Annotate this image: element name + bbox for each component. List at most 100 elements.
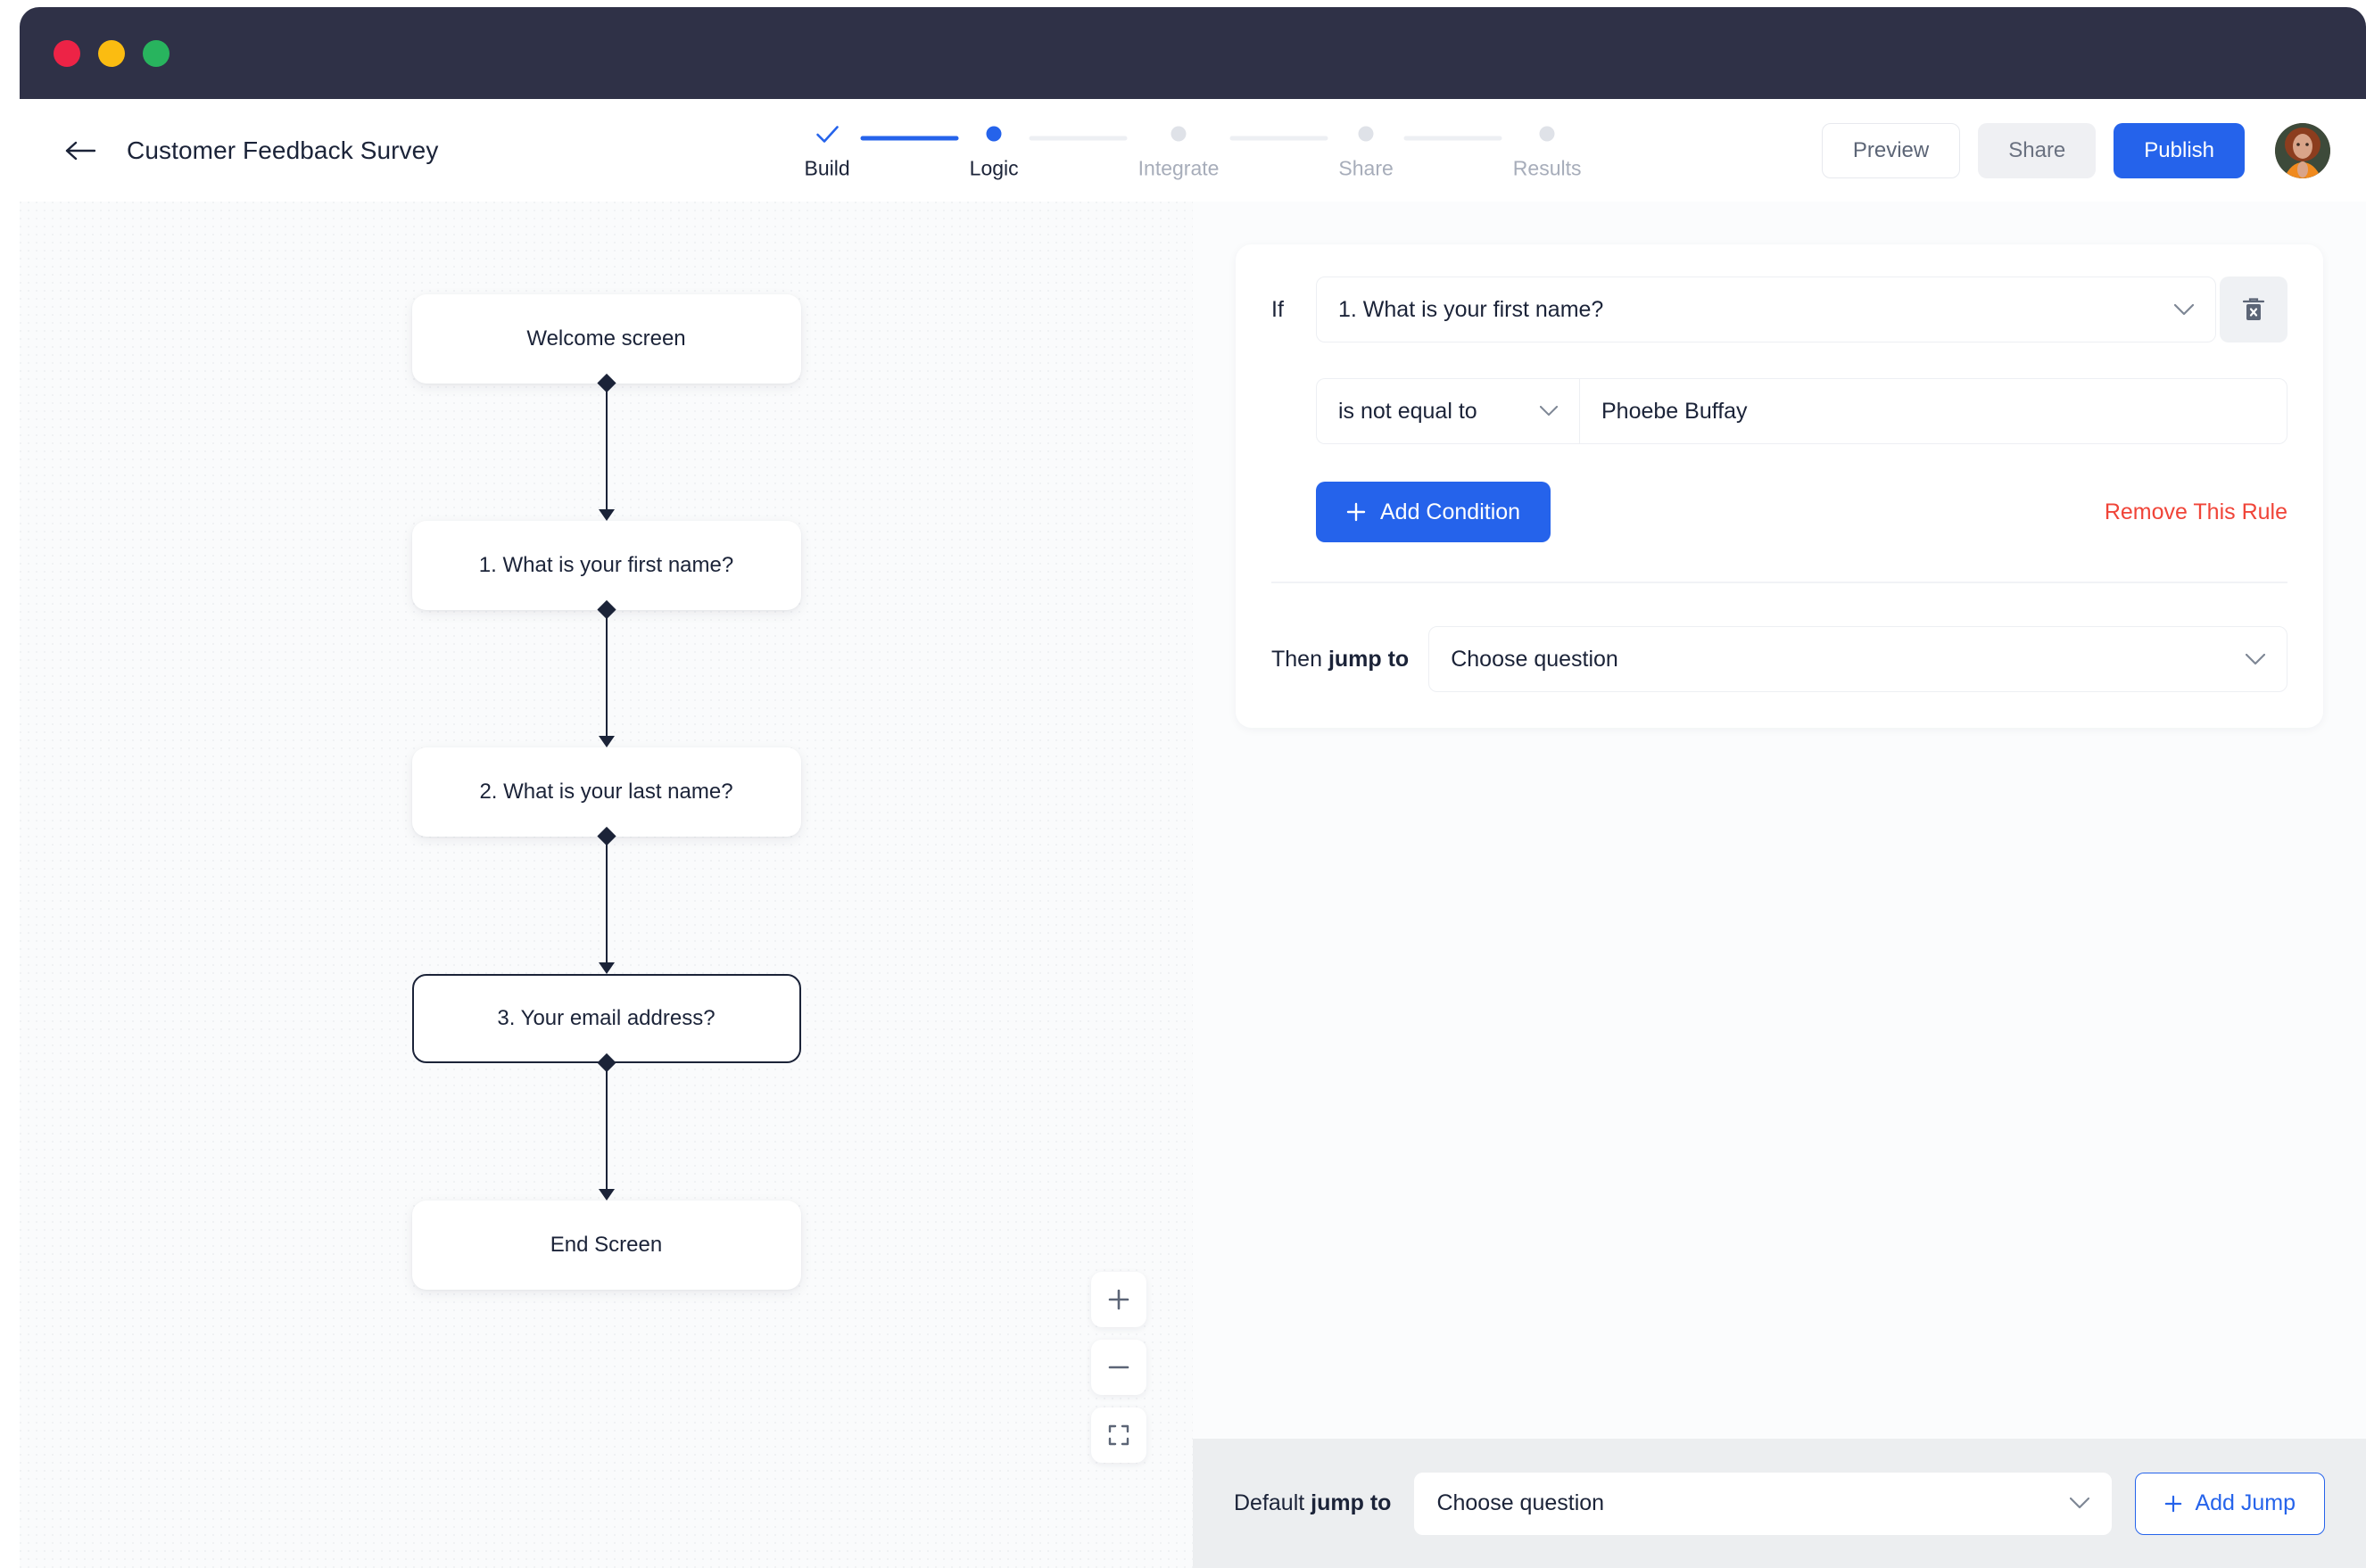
step-results[interactable]: Results bbox=[1513, 120, 1582, 180]
preview-button[interactable]: Preview bbox=[1821, 122, 1961, 178]
chevron-down-icon bbox=[2246, 653, 2265, 665]
app-window: Customer Feedback Survey Build Logic Int… bbox=[20, 7, 2366, 1568]
step-label: Logic bbox=[969, 156, 1019, 179]
step-dot-icon bbox=[1539, 126, 1555, 142]
flow-edge bbox=[596, 373, 616, 521]
progress-stepper: Build Logic Integrate Share Results bbox=[804, 120, 1582, 180]
question-select[interactable]: 1. What is your first name? bbox=[1316, 276, 2216, 342]
condition-actions: Add Condition Remove This Rule bbox=[1316, 482, 2287, 542]
delete-rule-button[interactable] bbox=[2220, 276, 2287, 342]
minus-icon bbox=[1108, 1366, 1129, 1369]
edge-line bbox=[605, 387, 608, 512]
chevron-down-icon bbox=[2174, 303, 2194, 316]
flow-node-label: 3. Your email address? bbox=[497, 1006, 716, 1030]
window-titlebar bbox=[20, 7, 2366, 99]
chevron-down-icon bbox=[1540, 406, 1558, 417]
flow-node-label: End Screen bbox=[550, 1233, 663, 1257]
flow-edge bbox=[596, 599, 616, 747]
logic-bottom-bar: Default jump to Choose question Add Jump bbox=[1193, 1439, 2366, 1568]
stepper-connector bbox=[1229, 136, 1328, 140]
stepper-connector bbox=[1403, 136, 1502, 140]
flow-node-label: Welcome screen bbox=[526, 326, 686, 351]
condition-row: is not equal to bbox=[1316, 378, 2287, 444]
edge-arrow-icon bbox=[598, 962, 615, 974]
step-build[interactable]: Build bbox=[804, 120, 850, 180]
flow-node-welcome[interactable]: Welcome screen bbox=[411, 294, 801, 384]
step-label: Integrate bbox=[1138, 156, 1220, 179]
flow-edge bbox=[596, 1052, 616, 1201]
back-button[interactable] bbox=[62, 133, 98, 169]
fullscreen-icon bbox=[1108, 1424, 1129, 1446]
default-jump-select-value: Choose question bbox=[1436, 1490, 1605, 1515]
step-share[interactable]: Share bbox=[1338, 120, 1394, 180]
logic-panel-scroll: If 1. What is your first name? is not eq… bbox=[1193, 202, 2366, 1439]
plus-icon bbox=[2165, 1495, 2182, 1512]
logic-rule-card: If 1. What is your first name? is not eq… bbox=[1236, 244, 2323, 728]
flow-node-label: 1. What is your first name? bbox=[478, 553, 734, 577]
step-logic[interactable]: Logic bbox=[970, 120, 1019, 180]
arrow-left-icon bbox=[65, 141, 95, 160]
question-select-value: 1. What is your first name? bbox=[1338, 296, 1604, 322]
trash-x-icon bbox=[2242, 298, 2265, 320]
step-integrate[interactable]: Integrate bbox=[1138, 120, 1220, 180]
step-label: Build bbox=[804, 156, 850, 179]
rule-divider bbox=[1271, 582, 2287, 583]
then-label: Then jump to bbox=[1271, 646, 1410, 672]
edge-line bbox=[605, 614, 608, 739]
step-dot-icon bbox=[986, 126, 1002, 142]
check-icon bbox=[815, 122, 839, 145]
default-jump-select[interactable]: Choose question bbox=[1414, 1472, 2113, 1535]
zoom-in-button[interactable] bbox=[1091, 1272, 1146, 1327]
zoom-out-button[interactable] bbox=[1091, 1340, 1146, 1395]
flow-node-label: 2. What is your last name? bbox=[479, 780, 733, 804]
step-label: Results bbox=[1512, 156, 1582, 179]
flow-node-q2[interactable]: 2. What is your last name? bbox=[411, 747, 801, 837]
step-dot-icon bbox=[1358, 126, 1374, 142]
fit-to-screen-button[interactable] bbox=[1091, 1407, 1146, 1463]
then-jump-select[interactable]: Choose question bbox=[1428, 626, 2287, 692]
then-row: Then jump to Choose question bbox=[1271, 626, 2287, 692]
condition-value-input[interactable] bbox=[1579, 378, 2287, 444]
edge-arrow-icon bbox=[598, 509, 615, 521]
operator-select-value: is not equal to bbox=[1338, 398, 1477, 424]
chevron-down-icon bbox=[2070, 1498, 2090, 1509]
app-header: Customer Feedback Survey Build Logic Int… bbox=[20, 99, 2366, 202]
flow-canvas[interactable]: Welcome screen 1. What is your first nam… bbox=[20, 202, 1193, 1568]
then-jump-select-value: Choose question bbox=[1451, 646, 1618, 672]
flow-node-end[interactable]: End Screen bbox=[411, 1201, 801, 1290]
default-jump-label: Default jump to bbox=[1234, 1490, 1392, 1515]
remove-rule-link[interactable]: Remove This Rule bbox=[2105, 499, 2287, 525]
stepper-connector bbox=[860, 136, 959, 140]
share-button[interactable]: Share bbox=[1978, 122, 2097, 178]
if-label: If bbox=[1271, 296, 1284, 322]
logic-panel: If 1. What is your first name? is not eq… bbox=[1193, 202, 2366, 1568]
flow-node-q1[interactable]: 1. What is your first name? bbox=[411, 521, 801, 610]
add-condition-button[interactable]: Add Condition bbox=[1316, 482, 1551, 542]
window-minimize-button[interactable] bbox=[98, 39, 125, 67]
page-title: Customer Feedback Survey bbox=[127, 136, 439, 164]
window-maximize-button[interactable] bbox=[143, 39, 170, 67]
add-jump-label: Add Jump bbox=[2195, 1490, 2296, 1515]
edge-line bbox=[605, 840, 608, 965]
flow-diagram: Welcome screen 1. What is your first nam… bbox=[411, 294, 801, 1290]
flow-node-q3[interactable]: 3. Your email address? bbox=[411, 974, 801, 1063]
step-dot-icon bbox=[1171, 126, 1187, 142]
operator-select[interactable]: is not equal to bbox=[1316, 378, 1579, 444]
plus-icon bbox=[1346, 502, 1366, 522]
window-close-button[interactable] bbox=[54, 39, 80, 67]
if-row: If 1. What is your first name? bbox=[1271, 276, 2287, 342]
plus-icon bbox=[1108, 1289, 1129, 1310]
publish-button[interactable]: Publish bbox=[2114, 122, 2245, 178]
zoom-controls bbox=[1091, 1272, 1146, 1463]
avatar[interactable] bbox=[2275, 122, 2330, 178]
avatar-image bbox=[2275, 122, 2330, 178]
add-jump-button[interactable]: Add Jump bbox=[2135, 1472, 2325, 1535]
edge-arrow-icon bbox=[598, 1189, 615, 1201]
edge-arrow-icon bbox=[598, 736, 615, 747]
app-body: Welcome screen 1. What is your first nam… bbox=[20, 202, 2366, 1568]
step-label: Share bbox=[1338, 156, 1394, 179]
flow-edge bbox=[596, 826, 616, 974]
edge-line bbox=[605, 1067, 608, 1192]
add-condition-label: Add Condition bbox=[1380, 499, 1521, 524]
header-actions: Preview Share Publish bbox=[1821, 122, 2330, 178]
